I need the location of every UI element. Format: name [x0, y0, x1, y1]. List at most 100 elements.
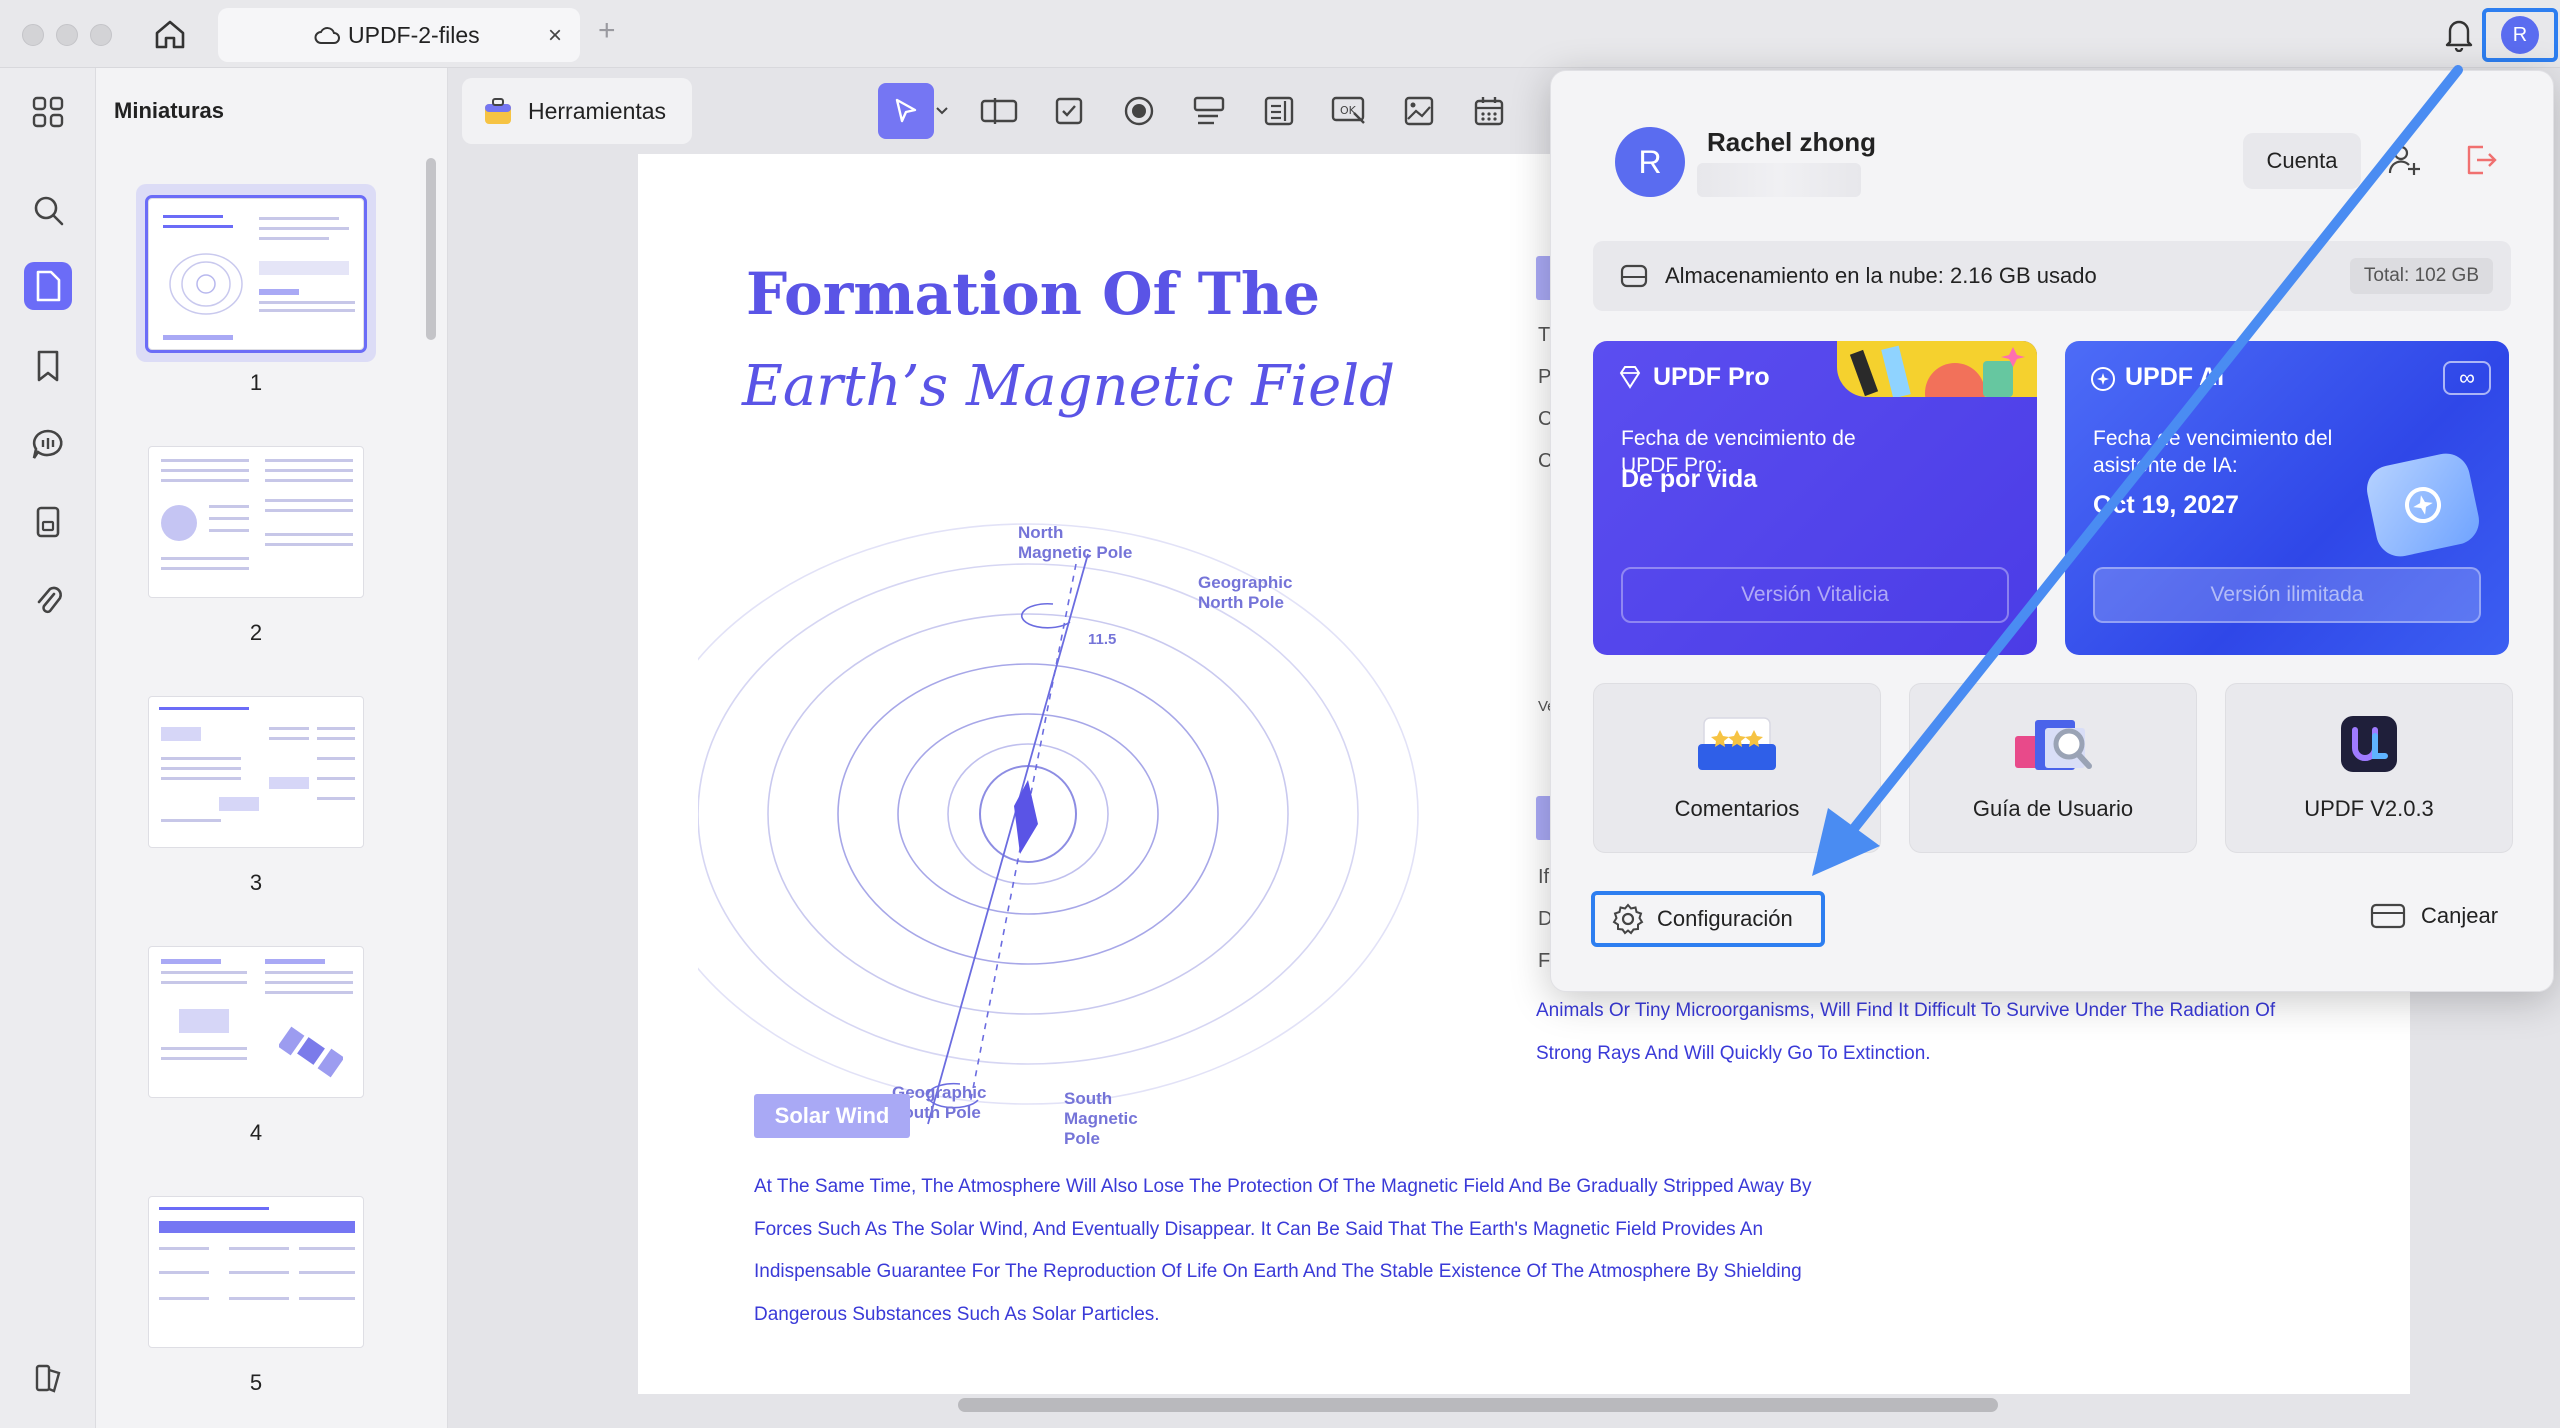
rail-thumbnails-button[interactable]	[24, 262, 72, 310]
unlimited-version-button[interactable]: Versión ilimitada	[2093, 567, 2481, 623]
annotation-toolbar: OK	[878, 80, 1524, 142]
user-guide-tile[interactable]: Guía de Usuario	[1909, 683, 2197, 853]
redeem-button[interactable]: Canjear	[2369, 901, 2498, 931]
version-tile[interactable]: UPDF V2.0.3	[2225, 683, 2513, 853]
infinity-icon: ∞	[2443, 361, 2491, 395]
button-tool-button[interactable]: OK	[1314, 80, 1384, 142]
feedback-label: Comentarios	[1674, 796, 1800, 821]
account-popover: R Rachel zhong Cuenta Almacenamiento en …	[1550, 70, 2554, 992]
thumbnail-page-5[interactable]	[148, 1196, 364, 1348]
account-button[interactable]: Cuenta	[2243, 133, 2361, 189]
comment-icon	[32, 429, 63, 459]
storage-usage-text: Almacenamiento en la nube: 2.16 GB usado	[1665, 263, 2097, 288]
thumbnail-page-2[interactable]	[148, 446, 364, 598]
rail-attachments-doc-button[interactable]	[24, 498, 72, 546]
north-magnetic-pole-label: North Magnetic Pole	[1018, 523, 1132, 562]
thumbnail-diagram	[169, 253, 243, 315]
ai-sparkle-icon	[2405, 487, 2441, 523]
redeem-label: Canjear	[2421, 903, 2499, 928]
rail-layers-button[interactable]	[24, 1354, 72, 1402]
tilt-angle-label: 11.5	[1088, 631, 1116, 648]
south-magnetic-pole-label: South Magnetic Pole	[1064, 1089, 1138, 1148]
rail-attachment-button[interactable]	[24, 576, 72, 624]
pro-card-decoration	[1837, 341, 2037, 423]
version-tile-icon-wrap	[2226, 714, 2512, 774]
feedback-tile[interactable]: Comentarios	[1593, 683, 1881, 853]
tools-label: Herramientas	[528, 97, 667, 124]
ai-card-title: UPDF AI	[2125, 363, 2225, 391]
settings-button[interactable]: Configuración	[1591, 891, 1825, 947]
thumbnail-satellite	[279, 1026, 343, 1078]
rail-bookmarks-button[interactable]	[24, 342, 72, 390]
side-letter: F	[1538, 950, 1551, 972]
email-redacted	[1697, 163, 1861, 197]
add-user-button[interactable]	[2387, 143, 2421, 182]
combo-box-tool-button[interactable]	[1174, 80, 1244, 142]
rail-organize-button[interactable]	[24, 88, 72, 136]
search-icon	[34, 196, 64, 226]
image-icon	[1404, 96, 1434, 126]
gear-icon	[1612, 903, 1644, 935]
updf-ai-card: UPDF AI ∞ Fecha de vencimiento del asist…	[2065, 341, 2509, 655]
updf-logo-icon	[2341, 716, 2397, 772]
document-tab[interactable]: UPDF-2-files ×	[218, 8, 580, 62]
thumbnail-page-3[interactable]	[148, 696, 364, 848]
thumbnail-number: 3	[249, 870, 263, 895]
horizontal-scrollbar[interactable]	[958, 1398, 1998, 1412]
bell-icon	[2445, 20, 2473, 53]
thumbnail-globe	[161, 505, 197, 541]
zoom-window-button[interactable]	[90, 24, 112, 46]
lifetime-version-button[interactable]: Versión Vitalicia	[1621, 567, 2009, 623]
version-label: UPDF V2.0.3	[2304, 796, 2434, 821]
thumbnail-number: 2	[249, 620, 263, 645]
thumbnails-panel: Miniaturas 1 2 3 4 5	[96, 68, 448, 1428]
rail-search-button[interactable]	[24, 186, 72, 234]
layers-icon	[35, 1364, 61, 1393]
feedback-tile-icon-wrap	[1594, 714, 1880, 776]
checkbox-icon	[1055, 97, 1083, 125]
stationery-illustration-icon	[1849, 345, 2025, 423]
checkbox-tool-button[interactable]	[1034, 80, 1104, 142]
image-field-tool-button[interactable]	[1384, 80, 1454, 142]
date-field-tool-button[interactable]	[1454, 80, 1524, 142]
notifications-button[interactable]	[2444, 16, 2474, 57]
ai-assistant-icon	[2091, 367, 2115, 391]
ai-expiry-label: Fecha de vencimiento del asistente de IA…	[2093, 427, 2333, 477]
document-icon	[36, 506, 60, 538]
thumbnail-page-4[interactable]	[148, 946, 364, 1098]
user-name: Rachel zhong	[1707, 127, 1877, 157]
logout-button[interactable]	[2463, 143, 2499, 182]
minimize-window-button[interactable]	[56, 24, 78, 46]
thumbnail-number: 4	[249, 1120, 263, 1145]
right-paragraph: Animals Or Tiny Microorganisms, Will Fin…	[1536, 1000, 2276, 1064]
thumbnail-page-1[interactable]	[145, 195, 367, 353]
list-box-icon	[1264, 96, 1294, 126]
settings-label: Configuración	[1657, 906, 1793, 931]
title-bar: UPDF-2-files × + R	[0, 0, 2560, 68]
text-box-tool-button[interactable]	[964, 80, 1034, 142]
close-window-button[interactable]	[22, 24, 44, 46]
page-icon	[36, 270, 61, 302]
geographic-north-pole-label: Geographic North Pole	[1198, 573, 1292, 612]
rail-comments-button[interactable]	[24, 420, 72, 468]
side-letter: T	[1538, 324, 1551, 346]
list-box-tool-button[interactable]	[1244, 80, 1314, 142]
magnetic-field-diagram: North Magnetic Pole Geographic North Pole …	[698, 523, 1419, 1148]
bookmark-icon	[37, 350, 59, 382]
home-button[interactable]	[150, 16, 190, 52]
chevron-down-icon[interactable]	[934, 105, 950, 117]
radio-tool-button[interactable]	[1104, 80, 1174, 142]
svg-text:OK: OK	[1340, 104, 1357, 117]
select-tool-button[interactable]	[878, 83, 934, 139]
logout-icon	[2467, 145, 2497, 175]
user-guide-tile-icon-wrap	[1910, 714, 2196, 776]
account-avatar-button[interactable]: R	[2482, 8, 2558, 62]
body-paragraph: At The Same Time, The Atmosphere Will Al…	[754, 1176, 1812, 1325]
tools-button[interactable]: Herramientas	[462, 78, 692, 144]
tab-title: UPDF-2-files	[348, 21, 480, 48]
thumbnails-scrollbar[interactable]	[426, 158, 436, 340]
new-tab-button[interactable]: +	[598, 14, 616, 48]
tab-close-button[interactable]: ×	[548, 22, 562, 50]
grid-icon	[32, 96, 64, 128]
radio-button-icon	[1124, 96, 1154, 126]
